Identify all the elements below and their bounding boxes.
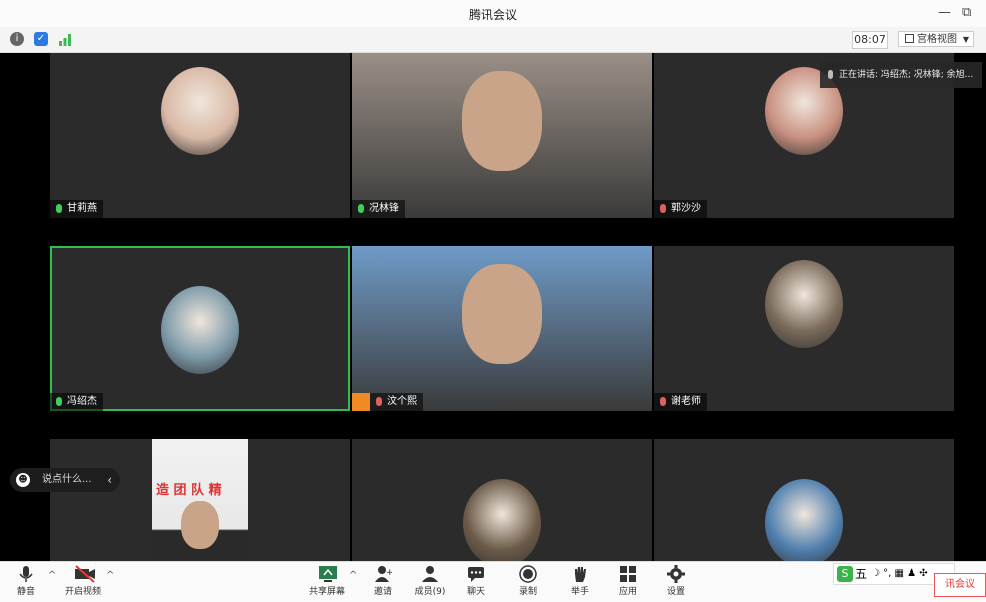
ime-mode: 五 [855, 567, 868, 581]
participant-name: 郭沙沙 [671, 203, 701, 214]
hand-icon [571, 565, 589, 583]
collapse-chat-icon[interactable]: ‹ [107, 468, 112, 492]
chat-input-pill[interactable]: ☻ 说点什么... ‹ [10, 468, 120, 492]
person-silhouette [462, 264, 542, 364]
participant-name: 甘莉燕 [67, 203, 97, 214]
participant-tile[interactable]: 冯绍杰 [50, 246, 350, 411]
participant-avatar [765, 260, 843, 348]
participant-name: 谢老师 [671, 396, 701, 407]
sogou-logo-icon: S [837, 566, 853, 582]
info-icon[interactable]: i [10, 32, 24, 46]
invite-label: 邀请 [373, 587, 392, 597]
mute-button[interactable]: 静音 [6, 565, 46, 597]
participant-avatar [765, 479, 843, 567]
shield-icon[interactable]: ✓ [34, 32, 48, 46]
invite-button[interactable]: + 邀请 [363, 565, 403, 597]
invite-user-icon: + [374, 565, 394, 583]
grid-view-icon [905, 34, 914, 43]
apps-button[interactable]: 应用 [608, 565, 648, 597]
microphone-icon [17, 565, 35, 583]
video-options-caret-icon[interactable]: ^ [106, 570, 114, 581]
participant-avatar [463, 479, 541, 567]
mic-muted-icon [660, 396, 666, 406]
share-label: 共享屏幕 [308, 587, 345, 597]
participant-name: 汶个熙 [387, 396, 417, 407]
mic-muted-icon [376, 396, 382, 406]
participant-name: 况林锋 [369, 203, 399, 214]
participant-video [352, 246, 652, 411]
participant-name-bar: 谢老师 [654, 393, 707, 411]
participant-tile[interactable]: 谢老师 [654, 246, 954, 411]
participant-name-bar: 汶个熙 [352, 393, 423, 411]
video-label: 开启视频 [64, 587, 101, 597]
gear-icon [667, 565, 685, 583]
meeting-timer: 08:07 [852, 31, 888, 49]
minimize-button[interactable]: — [938, 5, 951, 20]
chat-label: 聊天 [466, 587, 485, 597]
view-selector[interactable]: 宫格视图 ▼ [898, 31, 974, 47]
participant-name-bar: 甘莉燕 [50, 200, 103, 218]
audio-options-caret-icon[interactable]: ^ [48, 570, 56, 581]
participant-tile[interactable]: 甘莉燕 [50, 53, 350, 218]
participant-name-bar: 冯绍杰 [50, 393, 103, 411]
view-label: 宫格视图 [917, 34, 957, 45]
host-badge-icon [352, 393, 370, 411]
person-silhouette [462, 71, 542, 171]
participant-name: 冯绍杰 [67, 396, 97, 407]
participant-avatar [161, 67, 239, 155]
mic-icon [358, 203, 364, 213]
participant-name-bar: 郭沙沙 [654, 200, 707, 218]
mic-icon [56, 396, 62, 406]
participant-avatar [161, 286, 239, 374]
corner-meeting-button[interactable]: 讯会议 [934, 573, 986, 597]
raise-hand-button[interactable]: 举手 [560, 565, 600, 597]
video-grid: 甘莉燕 况林锋 郭沙沙冯绍杰 汶个熙 谢老师造 团 队 精 [50, 53, 954, 589]
start-video-button[interactable]: 开启视频 [63, 565, 103, 597]
ime-symbols: ☽ °, ▦ ♟ ✣ [871, 568, 928, 579]
camera-off-icon [74, 565, 95, 583]
chat-placeholder: 说点什么... [42, 474, 92, 485]
participant-tile[interactable]: 汶个熙 [352, 246, 652, 411]
meeting-status-bar: i ✓ 08:07 宫格视图 ▼ [0, 27, 986, 53]
settings-label: 设置 [666, 587, 685, 597]
window-title: 腾讯会议 [468, 8, 517, 22]
participant-tile[interactable]: 况林锋 [352, 53, 652, 218]
hand-label: 举手 [570, 587, 589, 597]
chat-bubble-icon [467, 565, 485, 583]
share-screen-button[interactable]: 共享屏幕 [307, 565, 347, 597]
members-label: 成员(9) [414, 587, 446, 597]
record-label: 录制 [518, 587, 537, 597]
chevron-down-icon: ▼ [962, 35, 969, 44]
person-silhouette [181, 501, 219, 549]
emoji-icon[interactable]: ☻ [16, 473, 30, 487]
record-button[interactable]: 录制 [508, 565, 548, 597]
participant-name-bar: 况林锋 [352, 200, 405, 218]
svg-text:+: + [386, 568, 392, 578]
signal-icon[interactable] [58, 32, 72, 46]
participant-video [352, 53, 652, 218]
members-icon [421, 565, 439, 583]
mic-muted-icon [660, 203, 666, 213]
speaking-text: 正在讲话: 冯绍杰; 况林锋; 余旭... [839, 70, 974, 80]
record-icon [519, 565, 537, 583]
apps-label: 应用 [618, 587, 637, 597]
chat-button[interactable]: 聊天 [456, 565, 496, 597]
speaking-notification: 正在讲话: 冯绍杰; 况林锋; 余旭... [820, 62, 982, 88]
mute-label: 静音 [16, 587, 35, 597]
share-options-caret-icon[interactable]: ^ [349, 570, 357, 581]
apps-grid-icon [619, 565, 637, 583]
mic-icon [56, 203, 62, 213]
banner-text: 造 团 队 精 [156, 483, 222, 498]
mic-icon [828, 70, 833, 79]
members-button[interactable]: 成员(9) [410, 565, 450, 597]
settings-button[interactable]: 设置 [656, 565, 696, 597]
share-screen-icon [318, 565, 337, 583]
title-bar: 腾讯会议 — ⧉ [0, 0, 986, 27]
restore-button[interactable]: ⧉ [962, 5, 971, 20]
